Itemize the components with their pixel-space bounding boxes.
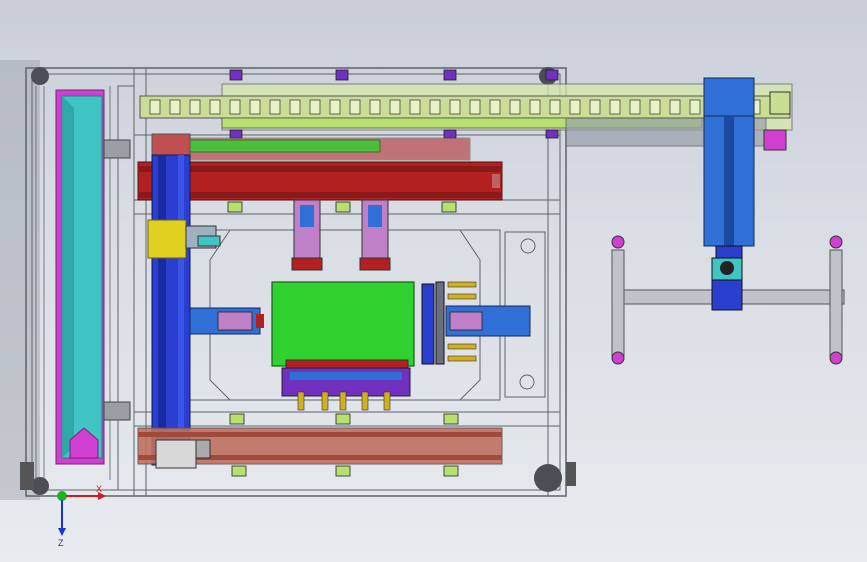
chain-link bbox=[349, 99, 361, 115]
lower-fixture bbox=[281, 359, 411, 411]
axis-triad: X Z bbox=[57, 484, 106, 548]
z-axis-label: Z bbox=[58, 538, 64, 548]
chain-link bbox=[649, 99, 661, 115]
viewport-shadow bbox=[0, 60, 40, 500]
chain-link bbox=[469, 99, 481, 115]
lower-beam bbox=[137, 427, 503, 469]
chain-link bbox=[449, 99, 461, 115]
x-axis-label: X bbox=[96, 484, 102, 494]
chain-link bbox=[609, 99, 621, 115]
chain-link bbox=[249, 99, 261, 115]
chain-link bbox=[509, 99, 521, 115]
left-conveyor-rail bbox=[55, 89, 105, 465]
yellow-carriage bbox=[147, 219, 221, 259]
left-brackets bbox=[103, 139, 131, 421]
chain-link bbox=[169, 99, 181, 115]
cad-model: X Z bbox=[0, 60, 845, 548]
chain-link bbox=[369, 99, 381, 115]
chain-link bbox=[589, 99, 601, 115]
blue-vertical-column bbox=[151, 154, 191, 466]
chain-link bbox=[229, 99, 241, 115]
chain-link bbox=[549, 99, 561, 115]
chain-link bbox=[329, 99, 341, 115]
chain-link bbox=[269, 99, 281, 115]
chain-link bbox=[409, 99, 421, 115]
chain-link bbox=[489, 99, 501, 115]
chain-link bbox=[689, 99, 701, 115]
right-clamp-assembly bbox=[421, 281, 531, 365]
left-horizontal-cylinder bbox=[189, 307, 264, 335]
chain-link bbox=[569, 99, 581, 115]
upper-red-beam bbox=[137, 161, 503, 201]
chain-link bbox=[309, 99, 321, 115]
chain-link bbox=[669, 99, 681, 115]
cad-viewport[interactable]: X Z bbox=[0, 0, 867, 562]
chain-link bbox=[209, 99, 221, 115]
chain-link bbox=[429, 99, 441, 115]
chain-link bbox=[629, 99, 641, 115]
upper-rail-assembly bbox=[151, 133, 471, 161]
green-workpiece-plate bbox=[271, 281, 415, 367]
chain-link bbox=[529, 99, 541, 115]
triad-origin bbox=[57, 491, 67, 501]
chain-link bbox=[289, 99, 301, 115]
chain-link bbox=[389, 99, 401, 115]
chain-link bbox=[149, 99, 161, 115]
chain-link bbox=[189, 99, 201, 115]
